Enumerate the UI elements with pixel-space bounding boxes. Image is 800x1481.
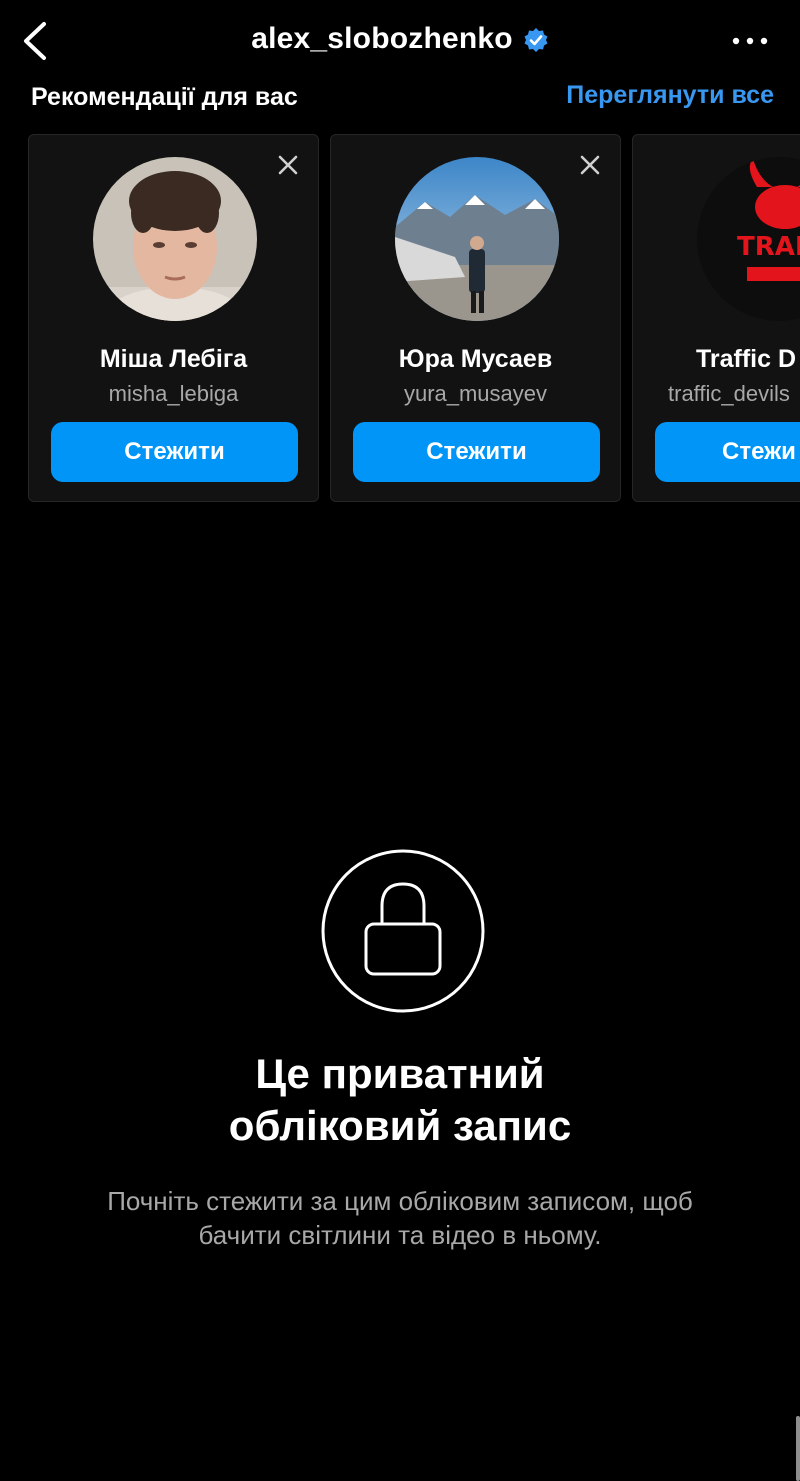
suggestion-card[interactable]: Юра Мусаев yura_musayev Стежити — [330, 134, 621, 502]
profile-title: alex_slobozhenko — [0, 22, 800, 56]
more-options-button[interactable] — [730, 26, 770, 56]
follow-button[interactable]: Стежити — [353, 422, 600, 482]
card-name[interactable]: Traffic D — [696, 345, 800, 374]
card-handle: traffic_devils — [668, 381, 790, 406]
profile-username: alex_slobozhenko — [251, 22, 513, 55]
card-name[interactable]: Юра Мусаев — [331, 345, 620, 374]
avatar[interactable] — [395, 157, 559, 321]
see-all-link[interactable]: Переглянути все — [566, 81, 774, 110]
suggestions-header: Рекомендації для вас Переглянути все — [0, 78, 800, 118]
suggestion-card[interactable]: TRAFF DEV Traffic D traffic_devils Стежи — [632, 134, 800, 502]
suggestions-title: Рекомендації для вас — [31, 83, 298, 111]
close-icon — [580, 155, 600, 175]
avatar-logo-icon: TRAFF DEV — [697, 157, 800, 321]
scroll-indicator[interactable] — [796, 1416, 800, 1481]
dismiss-button[interactable] — [276, 153, 300, 177]
lock-icon — [320, 848, 486, 1014]
more-horizontal-icon — [732, 37, 768, 45]
avatar[interactable] — [93, 157, 257, 321]
card-name[interactable]: Міша Лебіга — [29, 345, 318, 374]
avatar[interactable]: TRAFF DEV — [697, 157, 800, 321]
follow-button[interactable]: Стежи — [655, 422, 800, 482]
card-handle: yura_musayev — [403, 381, 548, 406]
verified-badge-icon — [524, 28, 548, 52]
private-account-subtitle: Почніть стежити за цим обліковим записом… — [60, 1184, 740, 1252]
avatar-photo-icon — [93, 157, 257, 321]
private-subtitle-line: бачити світлини та відео в ньому. — [198, 1220, 602, 1250]
card-handle: misha_lebiga — [108, 381, 239, 406]
top-bar: alex_slobozhenko — [0, 0, 800, 80]
follow-button[interactable]: Стежити — [51, 422, 298, 482]
avatar-logo-text: TRAFF DEV — [737, 232, 800, 262]
private-title-line: Це приватний — [255, 1050, 545, 1097]
close-icon — [278, 155, 298, 175]
suggestion-card[interactable]: Міша Лебіга misha_lebiga Стежити — [28, 134, 319, 502]
suggestions-carousel[interactable]: Міша Лебіга misha_lebiga Стежити Юра Мус… — [0, 134, 800, 504]
avatar-photo-icon — [395, 157, 559, 321]
private-account-title: Це приватний обліковий запис — [0, 1048, 800, 1152]
dismiss-button[interactable] — [578, 153, 602, 177]
private-title-line: обліковий запис — [228, 1102, 572, 1149]
private-subtitle-line: Почніть стежити за цим обліковим записом… — [107, 1186, 693, 1216]
